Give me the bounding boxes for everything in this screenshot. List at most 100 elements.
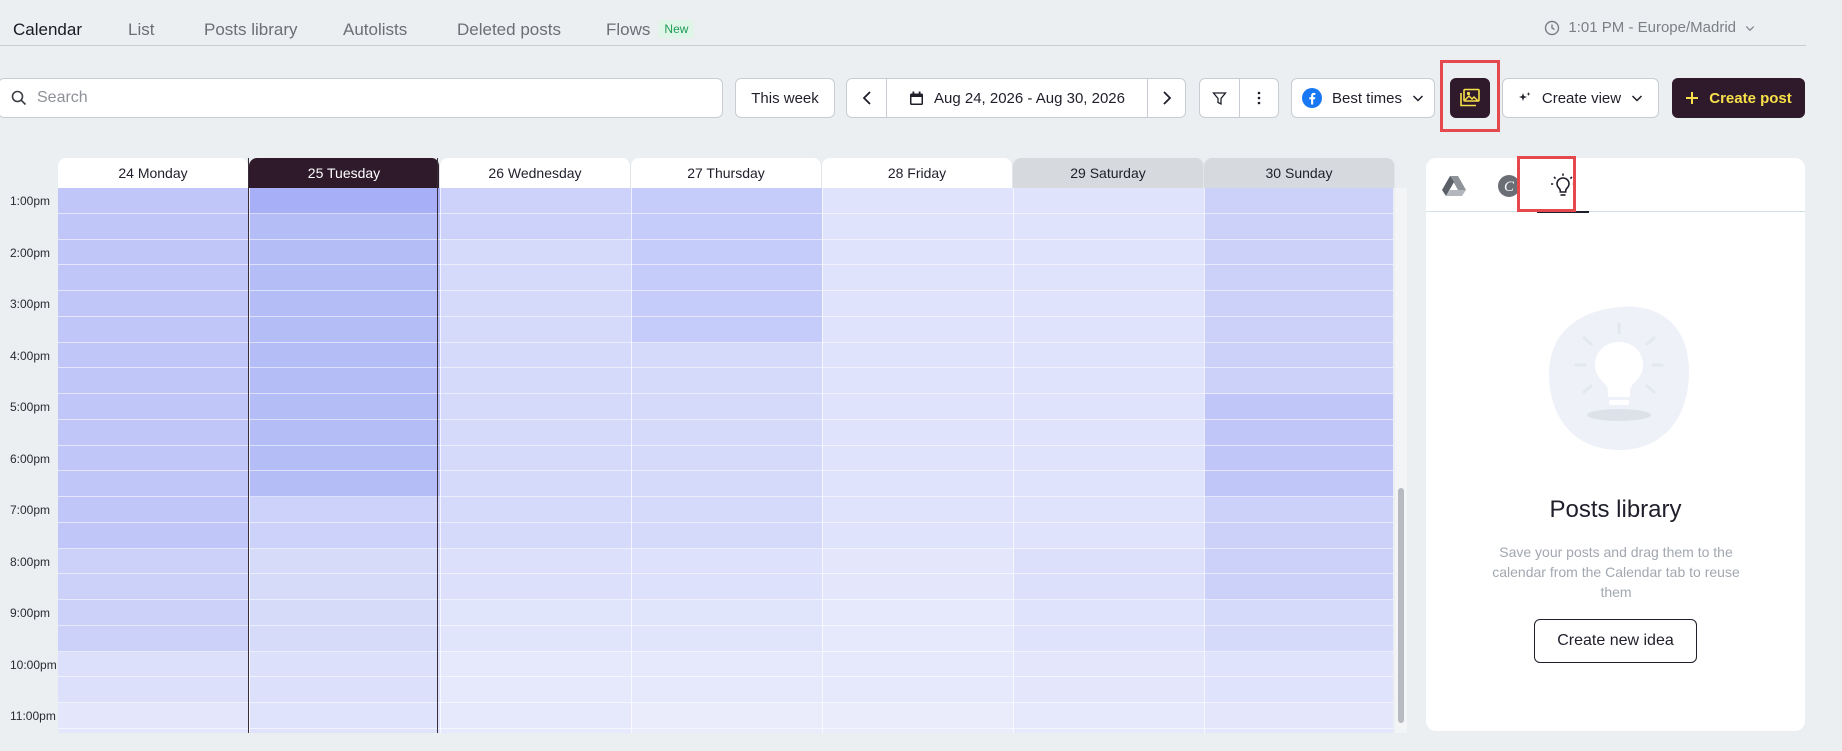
time-slot[interactable] <box>58 548 249 575</box>
time-slot[interactable] <box>58 394 249 420</box>
time-slot[interactable] <box>58 239 249 266</box>
time-slot[interactable] <box>249 625 440 652</box>
time-slot[interactable] <box>58 419 249 446</box>
day-column[interactable] <box>440 188 631 733</box>
time-slot[interactable] <box>631 316 822 343</box>
time-slot[interactable] <box>631 600 822 626</box>
time-slot[interactable] <box>822 703 1013 729</box>
previous-week-button[interactable] <box>847 79 887 117</box>
time-slot[interactable] <box>440 316 631 343</box>
time-slot[interactable] <box>1013 419 1204 446</box>
time-slot[interactable] <box>1204 188 1393 214</box>
time-slot[interactable] <box>631 651 822 678</box>
time-slot[interactable] <box>1204 548 1393 575</box>
time-slot[interactable] <box>631 703 822 729</box>
time-slot[interactable] <box>822 497 1013 523</box>
time-slot[interactable] <box>440 728 631 733</box>
time-slot[interactable] <box>631 522 822 549</box>
time-slot[interactable] <box>58 342 249 369</box>
time-slot[interactable] <box>58 213 249 240</box>
time-slot[interactable] <box>822 368 1013 394</box>
time-slot[interactable] <box>249 419 440 446</box>
time-slot[interactable] <box>249 445 440 472</box>
time-slot[interactable] <box>440 471 631 497</box>
time-slot[interactable] <box>1204 316 1393 343</box>
time-slot[interactable] <box>58 703 249 729</box>
time-slot[interactable] <box>440 703 631 729</box>
time-slot[interactable] <box>249 188 440 214</box>
timezone-selector[interactable]: 1:01 PM - Europe/Madrid <box>1544 19 1756 36</box>
time-slot[interactable] <box>1204 651 1393 678</box>
time-slot[interactable] <box>1204 703 1393 729</box>
time-slot[interactable] <box>631 419 822 446</box>
next-week-button[interactable] <box>1147 79 1185 117</box>
time-slot[interactable] <box>440 574 631 600</box>
time-slot[interactable] <box>1204 368 1393 394</box>
date-range-picker[interactable]: Aug 24, 2026 - Aug 30, 2026 <box>887 79 1147 117</box>
time-slot[interactable] <box>822 394 1013 420</box>
time-slot[interactable] <box>58 600 249 626</box>
time-slot[interactable] <box>1204 471 1393 497</box>
day-column[interactable] <box>1013 188 1204 733</box>
tab-posts-library[interactable]: Posts library <box>204 20 298 40</box>
time-slot[interactable] <box>1204 213 1393 240</box>
time-slot[interactable] <box>1013 394 1204 420</box>
time-slot[interactable] <box>822 574 1013 600</box>
time-slot[interactable] <box>440 445 631 472</box>
time-slot[interactable] <box>440 522 631 549</box>
time-slot[interactable] <box>440 188 631 214</box>
time-slot[interactable] <box>1204 419 1393 446</box>
time-slot[interactable] <box>440 497 631 523</box>
time-slot[interactable] <box>1204 291 1393 317</box>
time-slot[interactable] <box>1013 703 1204 729</box>
time-slot[interactable] <box>1013 600 1204 626</box>
time-slot[interactable] <box>1013 265 1204 291</box>
time-slot[interactable] <box>822 291 1013 317</box>
this-week-button[interactable]: This week <box>735 78 835 118</box>
time-slot[interactable] <box>58 368 249 394</box>
more-options-button[interactable] <box>1240 79 1278 117</box>
time-slot[interactable] <box>1013 291 1204 317</box>
time-slot[interactable] <box>631 265 822 291</box>
time-slot[interactable] <box>822 677 1013 703</box>
time-slot[interactable] <box>1013 625 1204 652</box>
search-input[interactable] <box>37 89 697 107</box>
time-slot[interactable] <box>631 239 822 266</box>
time-slot[interactable] <box>1013 548 1204 575</box>
time-slot[interactable] <box>1204 394 1393 420</box>
time-slot[interactable] <box>1013 522 1204 549</box>
time-slot[interactable] <box>249 368 440 394</box>
search-field[interactable] <box>0 78 723 118</box>
time-slot[interactable] <box>631 342 822 369</box>
time-slot[interactable] <box>822 188 1013 214</box>
time-slot[interactable] <box>822 522 1013 549</box>
time-slot[interactable] <box>1013 188 1204 214</box>
time-slot[interactable] <box>249 728 440 733</box>
time-slot[interactable] <box>249 265 440 291</box>
time-slot[interactable] <box>822 625 1013 652</box>
time-slot[interactable] <box>440 625 631 652</box>
time-slot[interactable] <box>440 600 631 626</box>
time-slot[interactable] <box>631 677 822 703</box>
time-slot[interactable] <box>440 651 631 678</box>
time-slot[interactable] <box>58 574 249 600</box>
time-slot[interactable] <box>1013 471 1204 497</box>
time-slot[interactable] <box>58 188 249 214</box>
create-view-dropdown[interactable]: Create view <box>1502 78 1659 118</box>
time-slot[interactable] <box>249 703 440 729</box>
time-slot[interactable] <box>440 291 631 317</box>
time-slot[interactable] <box>249 600 440 626</box>
time-slot[interactable] <box>1013 651 1204 678</box>
time-slot[interactable] <box>440 394 631 420</box>
time-slot[interactable] <box>440 265 631 291</box>
time-slot[interactable] <box>249 522 440 549</box>
time-slot[interactable] <box>58 471 249 497</box>
time-slot[interactable] <box>631 368 822 394</box>
time-slot[interactable] <box>1013 445 1204 472</box>
time-slot[interactable] <box>822 548 1013 575</box>
time-slot[interactable] <box>249 213 440 240</box>
time-slot[interactable] <box>1013 497 1204 523</box>
time-slot[interactable] <box>822 265 1013 291</box>
tab-autolists[interactable]: Autolists <box>343 20 407 40</box>
calendar-grid[interactable] <box>58 188 1393 733</box>
